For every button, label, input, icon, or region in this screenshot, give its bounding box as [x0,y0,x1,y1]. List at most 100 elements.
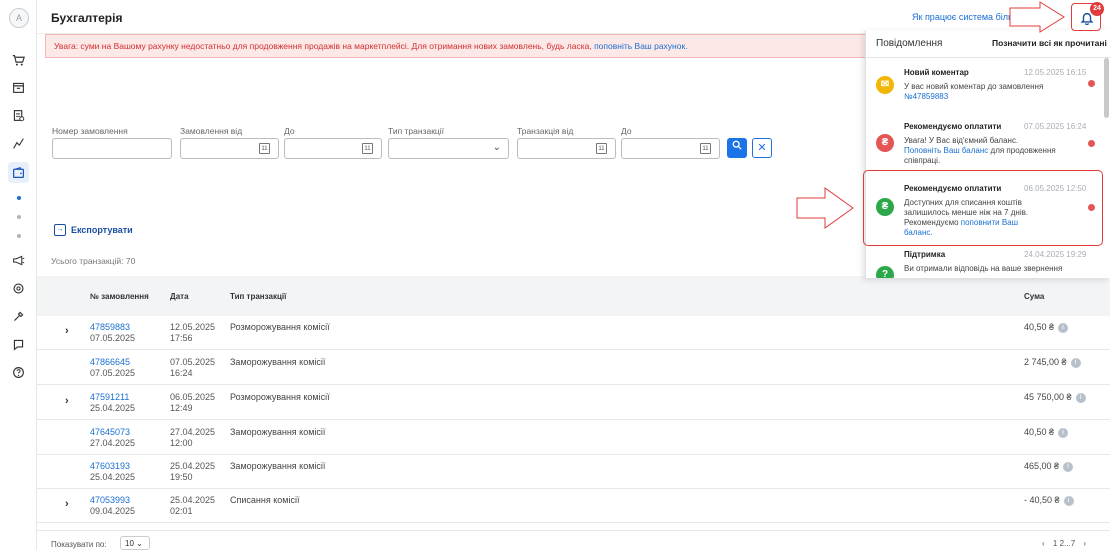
help-icon[interactable] [8,362,29,383]
notifications-title: Повідомлення [876,38,943,49]
help-link[interactable]: Як працює система біли [912,12,1013,22]
page-numbers[interactable]: 1 2...7 [1053,539,1075,548]
table-row[interactable]: 47645073 27.04.2025 27.04.2025 12:00 Заморож… [37,421,1110,455]
submenu-dot-active[interactable] [17,196,21,200]
order-link[interactable]: №47859883 [904,92,948,101]
date-cell: 07.05.2025 16:24 [170,357,215,379]
col-order[interactable]: № замовлення [90,292,149,301]
table-row[interactable]: › 47591211 25.04.2025 06.05.2025 12:49 Розмор… [37,386,1110,420]
notification-title: Рекомендуємо оплатити [904,122,1002,131]
sum-value: - 40,50 ₴ [1024,495,1060,505]
wallet-icon[interactable] [8,162,29,183]
notification-item[interactable]: ? Підтримка 24.04.2025 19:29 Ви отримали… [866,248,1104,278]
promo-icon[interactable] [8,250,29,271]
annotation-arrow-right [796,187,854,229]
transaction-time: 12:00 [170,438,193,448]
order-number-link[interactable]: 47645073 [90,427,135,438]
page-title: Бухгалтерія [51,11,123,25]
order-number-link[interactable]: 47866645 [90,357,135,368]
topup-link[interactable]: Поповніть Ваш баланс [904,146,988,155]
table-footer: Показувати по: 10 ⌄ ‹ 1 2...7 › [37,530,1110,550]
search-icon [732,140,742,150]
order-from-label: Замовлення від [180,126,243,136]
calendar-icon[interactable]: 11 [596,143,607,154]
order-number-link[interactable]: 47603193 [90,461,135,472]
transaction-date: 27.04.2025 [170,427,216,437]
expand-chevron-icon[interactable]: › [65,395,69,407]
support-icon: ? [876,266,894,278]
table-row[interactable]: 47866645 07.05.2025 07.05.2025 16:24 Заморож… [37,351,1110,385]
chevron-down-icon: ⌄ [136,539,143,548]
order-number-link[interactable]: 47859883 [90,322,135,333]
notification-item[interactable]: ✉ Новий коментар 12.05.2025 16:15 У вас … [866,66,1104,114]
transaction-time: 02:01 [170,506,193,516]
order-number-label: Номер замовлення [52,126,128,136]
alert-topup-link[interactable]: поповніть Ваш рахунок. [594,41,687,51]
notification-text: Увага! У Вас від'ємний баланс. Поповніть… [904,136,1074,166]
transaction-to-date-input[interactable]: 11 [621,138,720,159]
info-icon[interactable]: i [1063,461,1074,472]
calendar-icon[interactable]: 11 [259,143,270,154]
analytics-icon[interactable] [8,133,29,154]
expand-chevron-icon[interactable]: › [65,325,69,337]
info-icon[interactable]: i [1058,322,1069,333]
total-transactions: Усього транзакцій: 70 [51,256,136,266]
calendar-icon[interactable]: 11 [700,143,711,154]
info-icon[interactable]: i [1063,495,1074,506]
transaction-time: 12:49 [170,403,193,413]
transaction-from-date-input[interactable]: 11 [517,138,616,159]
col-date[interactable]: Дата [170,292,189,301]
clear-filters-button[interactable]: ✕ [752,138,772,158]
sum-value: 40,50 ₴ [1024,322,1055,332]
date-cell: 25.04.2025 02:01 [170,495,215,517]
table-row[interactable]: › 47859883 07.05.2025 12.05.2025 17:56 Розмор… [37,316,1110,350]
orders-icon[interactable] [8,105,29,126]
calendar-icon[interactable]: 11 [362,143,373,154]
export-label: Експортувати [71,225,133,235]
order-number-link[interactable]: 47591211 [90,392,135,403]
order-from-date-input[interactable]: 11 [180,138,279,159]
avatar[interactable]: A [9,8,29,28]
col-sum[interactable]: Сума [1024,292,1044,301]
search-button[interactable] [727,138,747,158]
per-page-select[interactable]: 10 ⌄ [120,536,150,550]
transaction-from-label: Транзакція від [517,126,574,136]
settings-icon[interactable] [8,278,29,299]
order-cell: 47591211 25.04.2025 [90,392,135,414]
panel-scrollbar[interactable] [1104,58,1109,118]
date-cell: 06.05.2025 12:49 [170,392,215,414]
expand-chevron-icon[interactable]: › [65,498,69,510]
notification-item[interactable]: ₴ Рекомендуємо оплатити 07.05.2025 16:24… [866,120,1104,170]
topbar: Бухгалтерія Як працює система біли [37,0,1110,34]
info-icon[interactable]: i [1070,357,1081,368]
notification-title: Підтримка [904,250,946,259]
order-number-link[interactable]: 47053993 [90,495,135,506]
next-page-icon[interactable]: › [1083,539,1086,548]
order-number-input[interactable] [52,138,172,159]
order-cell: 47866645 07.05.2025 [90,357,135,379]
chat-icon[interactable] [8,334,29,355]
order-cell: 47645073 27.04.2025 [90,427,135,449]
tools-icon[interactable] [8,306,29,327]
transaction-type-select[interactable]: ⌄ [388,138,509,159]
info-icon[interactable]: i [1058,427,1069,438]
transaction-time: 16:24 [170,368,193,378]
table-row[interactable]: › 47053993 09.04.2025 25.04.2025 02:01 Списан… [37,489,1110,523]
submenu-dot[interactable] [17,234,21,238]
transaction-date: 07.05.2025 [170,357,216,367]
order-date: 07.05.2025 [90,333,136,343]
submenu-dot[interactable] [17,215,21,219]
store-icon[interactable] [8,77,29,98]
order-date: 25.04.2025 [90,472,136,482]
order-to-date-input[interactable]: 11 [284,138,382,159]
chevron-down-icon: ⌄ [492,142,501,153]
prev-page-icon[interactable]: ‹ [1042,539,1045,548]
cart-icon[interactable] [8,50,29,71]
highlight-frame [863,170,1103,246]
comment-icon: ✉ [876,76,894,94]
info-icon[interactable]: i [1075,392,1086,403]
export-button[interactable]: → Експортувати [54,224,133,236]
table-row[interactable]: 47603193 25.04.2025 25.04.2025 19:50 Заморож… [37,455,1110,489]
per-page-value: 10 [125,539,134,548]
col-type[interactable]: Тип транзакції [230,292,286,301]
